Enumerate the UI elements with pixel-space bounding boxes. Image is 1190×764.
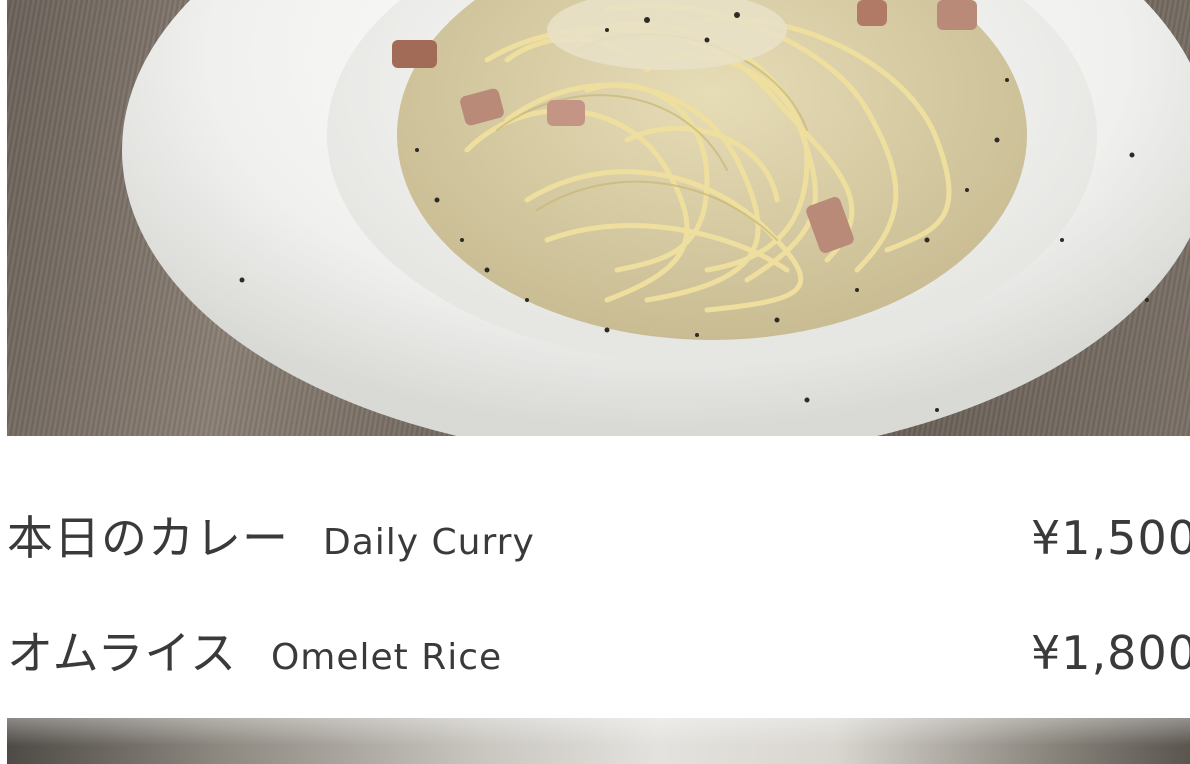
menu-item-name-japanese: 本日のカレー <box>7 511 289 565</box>
menu-item-omelet-rice[interactable]: オムライス Omelet Rice ¥1,800 <box>7 617 1190 687</box>
menu-item-daily-curry[interactable]: 本日のカレー Daily Curry ¥1,500 <box>7 502 1190 572</box>
menu-list: 本日のカレー Daily Curry ¥1,500 オムライス Omelet R… <box>7 436 1190 718</box>
pasta-plate-illustration <box>122 0 1190 436</box>
menu-item-price: ¥1,800 <box>1031 626 1190 680</box>
dish-photo-carbonara <box>7 0 1190 436</box>
menu-item-name-english: Omelet Rice <box>270 637 503 678</box>
menu-item-name-japanese: オムライス <box>7 626 237 680</box>
menu-item-name-english: Daily Curry <box>323 522 535 563</box>
dish-photo-next <box>7 718 1190 764</box>
photo-shading <box>7 718 1190 764</box>
menu-item-price: ¥1,500 <box>1031 511 1190 565</box>
